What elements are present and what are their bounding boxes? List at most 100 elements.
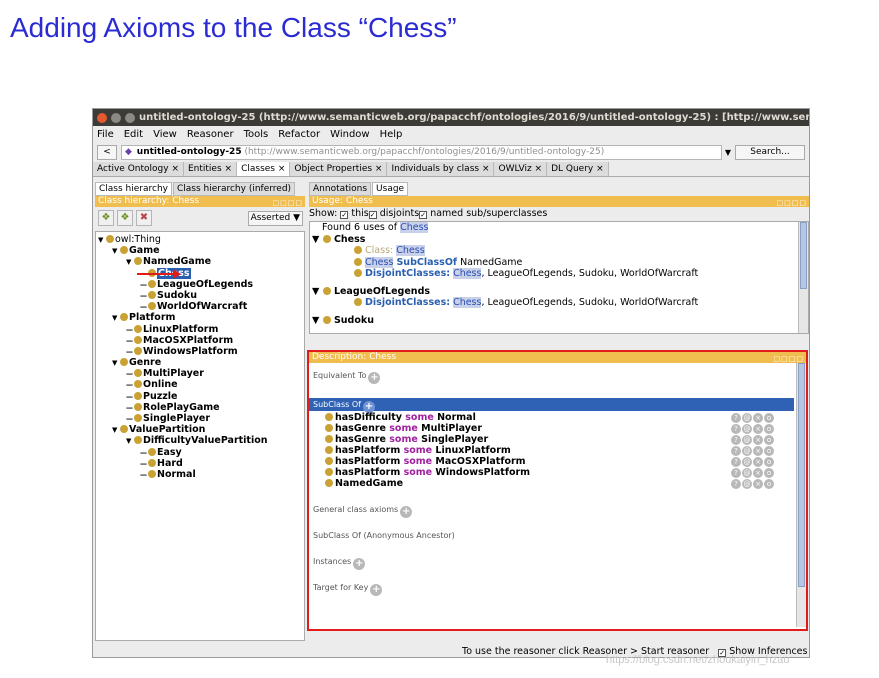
delete-icon[interactable]: × xyxy=(753,413,763,423)
delete-icon[interactable]: × xyxy=(753,435,763,445)
edit-icon[interactable]: o xyxy=(764,457,774,467)
subclass-axiom-row[interactable]: NamedGame? @ × o xyxy=(309,478,794,489)
named-checkbox[interactable]: ✓ xyxy=(419,211,428,219)
explain-icon[interactable]: ? xyxy=(731,479,741,489)
delete-icon[interactable]: × xyxy=(753,446,763,456)
subclass-axiom-row[interactable]: hasGenre some SinglePlayer? @ × o xyxy=(309,434,794,445)
usage-axiom-subclassof[interactable]: Chess SubClassOf NamedGame xyxy=(310,256,808,269)
edit-icon[interactable]: o xyxy=(764,479,774,489)
tree-node[interactable]: ▼ NamedGame xyxy=(96,256,304,267)
tab-entities[interactable]: Entities × xyxy=(183,162,238,176)
tab-class-hierarchy[interactable]: Class hierarchy xyxy=(95,182,172,196)
menu-window[interactable]: Window xyxy=(330,129,369,140)
tree-node[interactable]: — Easy xyxy=(96,447,304,458)
subclass-axiom-row[interactable]: hasGenre some MultiPlayer? @ × o xyxy=(309,423,794,434)
asserted-dropdown[interactable]: Asserted ▼ xyxy=(247,210,303,226)
delete-icon[interactable]: × xyxy=(753,468,763,478)
explain-icon[interactable]: ? xyxy=(731,435,741,445)
annotate-icon[interactable]: @ xyxy=(742,424,752,434)
view-options-icon[interactable]: □□□□ xyxy=(777,198,807,209)
disjoints-checkbox[interactable]: ✓ xyxy=(368,211,377,219)
tree-node[interactable]: —Chess xyxy=(96,267,304,279)
tree-node[interactable]: — Hard xyxy=(96,458,304,469)
delete-icon[interactable]: × xyxy=(753,424,763,434)
usage-list[interactable]: Found 6 uses of Chess ▼ Chess Class: Che… xyxy=(309,221,809,334)
menu-file[interactable]: File xyxy=(97,129,114,140)
menu-view[interactable]: View xyxy=(153,129,177,140)
explain-icon[interactable]: ? xyxy=(731,446,741,456)
menu-help[interactable]: Help xyxy=(380,129,403,140)
tab-usage[interactable]: Usage xyxy=(372,182,409,196)
explain-icon[interactable]: ? xyxy=(731,413,741,423)
annotate-icon[interactable]: @ xyxy=(742,479,752,489)
annotate-icon[interactable]: @ xyxy=(742,413,752,423)
subclass-axiom-row[interactable]: hasDifficulty some Normal? @ × o xyxy=(309,412,794,423)
menu-refactor[interactable]: Refactor xyxy=(278,129,320,140)
add-general-axiom-icon[interactable]: + xyxy=(400,506,413,518)
usage-axiom-class[interactable]: Class: Chess xyxy=(310,245,808,257)
expand-toggle-icon[interactable]: ▼ xyxy=(312,234,319,245)
edit-icon[interactable]: o xyxy=(764,435,774,445)
menu-tools[interactable]: Tools xyxy=(244,129,269,140)
tree-node[interactable]: — WindowsPlatform xyxy=(96,346,304,357)
add-key-icon[interactable]: + xyxy=(370,584,383,596)
maximize-window-button[interactable] xyxy=(125,112,135,123)
scroll-thumb[interactable] xyxy=(800,222,807,289)
tree-node[interactable]: ▼ ValuePartition xyxy=(96,424,304,435)
usage-axiom-disjoint[interactable]: DisjointClasses: Chess, LeagueOfLegends,… xyxy=(310,268,808,280)
edit-icon[interactable]: o xyxy=(764,424,774,434)
tree-node[interactable]: — Sudoku xyxy=(96,290,304,301)
tree-node[interactable]: ▼ Game xyxy=(96,245,304,256)
tree-node[interactable]: — LinuxPlatform xyxy=(96,324,304,335)
annotate-icon[interactable]: @ xyxy=(742,457,752,467)
annotate-icon[interactable]: @ xyxy=(742,446,752,456)
tree-node[interactable]: — MacOSXPlatform xyxy=(96,335,304,346)
tab-class-hierarchy-inferred[interactable]: Class hierarchy (inferred) xyxy=(172,182,296,196)
usage-group-leagueoflegends[interactable]: ▼ LeagueOfLegends xyxy=(310,286,808,298)
delete-icon[interactable]: × xyxy=(753,457,763,467)
this-checkbox[interactable]: ✓ xyxy=(340,211,349,219)
tree-node[interactable]: ▼ owl:Thing xyxy=(96,234,304,245)
tree-node[interactable]: ▼ Platform xyxy=(96,312,304,323)
view-options-icon[interactable]: □□□□ xyxy=(273,198,303,209)
explain-icon[interactable]: ? xyxy=(731,468,741,478)
tab-active-ontology[interactable]: Active Ontology × xyxy=(93,162,184,176)
add-subclass-icon[interactable]: ❖ xyxy=(98,210,114,226)
edit-icon[interactable]: o xyxy=(764,446,774,456)
chevron-down-icon[interactable]: ▼ xyxy=(725,148,731,157)
back-button[interactable]: < xyxy=(97,144,117,160)
explain-icon[interactable]: ? xyxy=(731,457,741,467)
delete-class-icon[interactable]: ✖ xyxy=(136,210,152,226)
tab-annotations[interactable]: Annotations xyxy=(309,182,372,196)
description-scrollbar[interactable] xyxy=(796,363,806,627)
tree-node[interactable]: — Normal xyxy=(96,469,304,480)
search-button[interactable]: Search... xyxy=(735,144,805,160)
edit-icon[interactable]: o xyxy=(764,468,774,478)
menu-edit[interactable]: Edit xyxy=(124,129,143,140)
tab-individuals-by-class[interactable]: Individuals by class × xyxy=(387,162,495,176)
usage-group-chess[interactable]: ▼ Chess xyxy=(310,234,808,246)
class-tree[interactable]: ▼owl:Thing▼Game▼NamedGame—Chess—LeagueOf… xyxy=(95,231,305,641)
usage-scrollbar[interactable] xyxy=(798,222,808,333)
tree-node[interactable]: — RolePlayGame xyxy=(96,402,304,413)
tree-node[interactable]: — Online xyxy=(96,379,304,390)
add-equivalent-icon[interactable]: + xyxy=(368,372,381,384)
tab-dl-query[interactable]: DL Query × xyxy=(547,162,609,176)
close-window-button[interactable] xyxy=(97,112,107,123)
expand-toggle-icon[interactable]: ▼ xyxy=(312,315,319,326)
subclass-axiom-row[interactable]: hasPlatform some LinuxPlatform? @ × o xyxy=(309,445,794,456)
subclass-axiom-row[interactable]: hasPlatform some WindowsPlatform? @ × o xyxy=(309,467,794,478)
tab-owlviz[interactable]: OWLViz × xyxy=(494,162,548,176)
ontology-address-field[interactable]: ◆ untitled-ontology-25 (http://www.seman… xyxy=(121,144,722,160)
tab-classes[interactable]: Classes × xyxy=(237,162,291,176)
usage-group-sudoku[interactable]: ▼ Sudoku xyxy=(310,315,808,327)
tree-node[interactable]: — WorldOfWarcraft xyxy=(96,301,304,312)
edit-icon[interactable]: o xyxy=(764,413,774,423)
delete-icon[interactable]: × xyxy=(753,479,763,489)
subclass-axiom-row[interactable]: hasPlatform some MacOSXPlatform? @ × o xyxy=(309,456,794,467)
explain-icon[interactable]: ? xyxy=(731,424,741,434)
tree-node[interactable]: — SinglePlayer xyxy=(96,413,304,424)
expand-toggle-icon[interactable]: ▼ xyxy=(312,286,319,297)
menu-reasoner[interactable]: Reasoner xyxy=(187,129,234,140)
tree-node[interactable]: ▼ DifficultyValuePartition xyxy=(96,435,304,446)
